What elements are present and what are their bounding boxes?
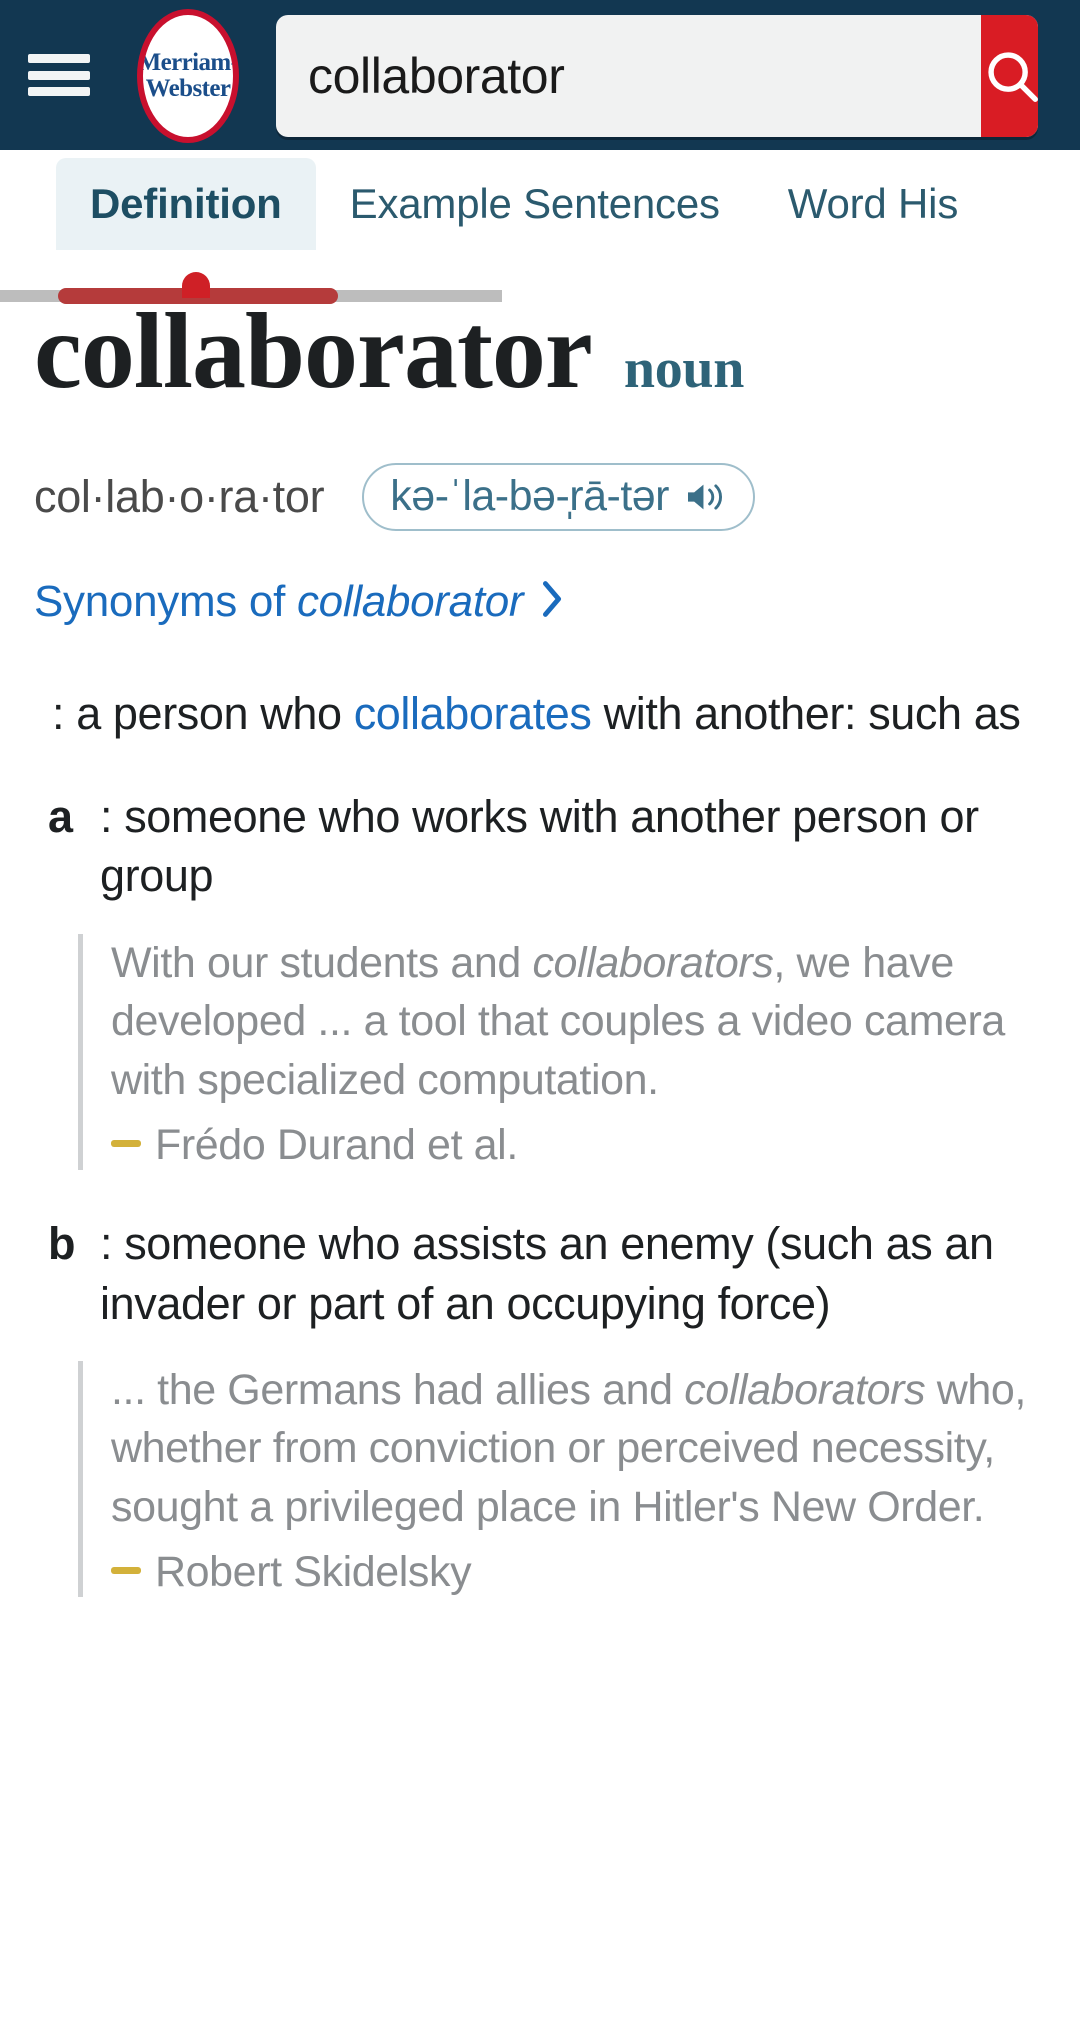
chevron-right-icon — [537, 577, 567, 628]
search-submit-button[interactable] — [981, 15, 1038, 137]
quote-author-name: Robert Skidelsky — [155, 1548, 472, 1597]
part-of-speech: noun — [623, 338, 745, 400]
synonyms-link[interactable]: Synonyms of collaborator — [0, 577, 1080, 628]
search-input[interactable] — [276, 15, 981, 137]
sense-definition: : someone who assists an enemy (such as … — [100, 1218, 994, 1329]
active-tab-indicator — [182, 272, 210, 298]
logo-line-2: Webster — [145, 75, 231, 102]
quote-text: With our students and collaborators, we … — [111, 934, 1080, 1109]
quote-attribution: Frédo Durand et al. — [111, 1121, 1080, 1170]
quote-attribution: Robert Skidelsky — [111, 1548, 1080, 1597]
main-sense-text: : a person who collaborates with another… — [0, 684, 1080, 743]
main-sense-suffix: with another: such as — [591, 687, 1021, 739]
hamburger-bar — [28, 70, 90, 80]
hamburger-bar — [28, 87, 90, 96]
synonyms-word: collaborator — [296, 577, 524, 627]
tab-example-sentences[interactable]: Example Sentences — [316, 158, 754, 250]
sense-item-b: b : someone who assists an enemy (such a… — [0, 1214, 1080, 1333]
search-bar — [276, 15, 1038, 137]
page-title: collaborator — [34, 292, 593, 411]
pronunciation-audio-button[interactable]: kə-ˈla-bə-̩rā-tər — [362, 462, 756, 531]
synonyms-prefix: Synonyms of — [34, 577, 297, 627]
main-sense-link[interactable]: collaborates — [354, 688, 592, 739]
attribution-dash-icon — [111, 1140, 141, 1148]
pronunciation-row: col·lab·o·ra·tor kə-ˈla-bə-̩rā-tər — [0, 462, 1080, 531]
synonyms-link-label: Synonyms of collaborator — [34, 577, 524, 627]
main-sense-prefix: : a person who — [52, 687, 354, 739]
syllabification: col·lab·o·ra·tor — [34, 470, 325, 522]
tab-word-history[interactable]: Word His — [754, 158, 992, 250]
entry-article: collaborator noun col·lab·o·ra·tor kə-ˈl… — [0, 292, 1080, 1598]
attribution-dash-icon — [111, 1567, 141, 1575]
quote-part-italic: collaborators — [532, 938, 774, 987]
site-header: Merriam- Webster — [0, 0, 1080, 150]
quote-author-name: Frédo Durand et al. — [155, 1121, 518, 1170]
sense-letter: b — [48, 1218, 76, 1270]
headword-row: collaborator noun — [0, 292, 1080, 411]
tab-row: Definition Example Sentences Word His — [0, 150, 992, 258]
speaker-icon — [683, 480, 727, 514]
page-root: Learn more Merriam- Webster — [0, 0, 1080, 2040]
sense-list: : a person who collaborates with another… — [0, 684, 1080, 1598]
quote-part-italic: collaborators — [684, 1365, 926, 1414]
quote-part: ... the Germans had allies and — [111, 1365, 685, 1414]
quote-text: ... the Germans had allies and collabora… — [111, 1361, 1080, 1536]
search-icon — [981, 45, 1038, 107]
sense-definition: : someone who works with another person … — [100, 791, 979, 902]
tab-definition[interactable]: Definition — [56, 158, 316, 250]
sense-letter: a — [48, 791, 74, 843]
pronunciation-text: kə-ˈla-bə-̩rā-tər — [390, 472, 670, 521]
sense-a-quote: With our students and collaborators, we … — [78, 933, 1080, 1171]
sense-item-a: a : someone who works with another perso… — [0, 787, 1080, 906]
quote-part: With our students and — [111, 938, 533, 987]
hamburger-bar — [28, 54, 90, 63]
merriam-webster-logo[interactable]: Merriam- Webster — [137, 9, 239, 143]
logo-line-1: Merriam- — [137, 49, 239, 76]
sense-b-quote: ... the Germans had allies and collabora… — [78, 1360, 1080, 1598]
entry-section-tabs: Definition Example Sentences Word His — [0, 150, 1080, 286]
hamburger-menu-icon[interactable] — [28, 46, 90, 104]
